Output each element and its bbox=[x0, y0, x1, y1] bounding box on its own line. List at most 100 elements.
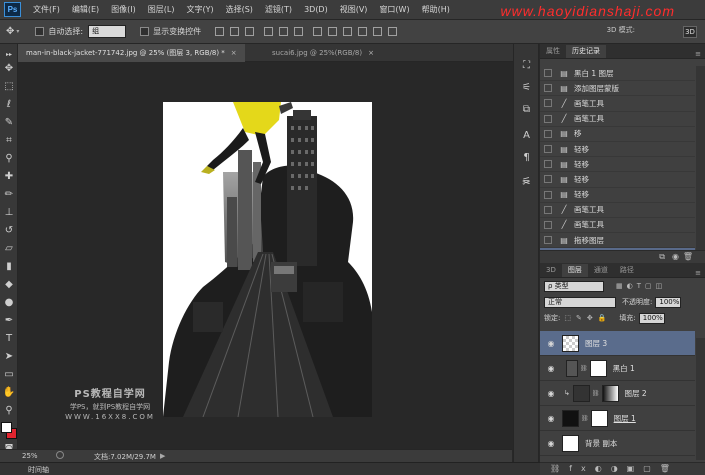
paragraph-panel-icon[interactable]: ¶ bbox=[519, 150, 534, 165]
link-icon[interactable]: ⛓ bbox=[580, 365, 588, 372]
blend-mode-dropdown[interactable]: 正常 bbox=[544, 296, 616, 308]
tab-properties[interactable]: 属性 bbox=[540, 45, 566, 58]
history-snapshot-checkbox[interactable] bbox=[544, 129, 552, 138]
healing-tool-icon[interactable]: ✚ bbox=[2, 170, 16, 184]
history-snapshot-checkbox[interactable] bbox=[544, 160, 552, 169]
move-tool-icon[interactable]: ✥ bbox=[2, 62, 16, 76]
align-bottom-icon[interactable] bbox=[245, 27, 255, 36]
layer-row-layer-3[interactable]: ◉ 图层 3 bbox=[540, 331, 695, 356]
tab-3d[interactable]: 3D bbox=[540, 264, 562, 277]
history-snapshot-checkbox[interactable] bbox=[544, 190, 552, 199]
history-snapshot-checkbox[interactable] bbox=[544, 69, 552, 78]
tab-document-1[interactable]: man-in-black-jacket-771742.jpg @ 25% (图层… bbox=[18, 44, 245, 62]
fill-input[interactable]: 100% bbox=[638, 312, 665, 324]
layer-action-icons[interactable]: ⛓fx◐◑▣▢🗑 bbox=[550, 464, 679, 473]
close-icon[interactable]: × bbox=[231, 49, 237, 57]
path-select-tool-icon[interactable]: ➤ bbox=[2, 350, 16, 364]
menu-edit[interactable]: 编辑(E) bbox=[66, 4, 105, 15]
history-item[interactable]: ▤ 移 bbox=[540, 127, 695, 142]
adjustments-panel-icon[interactable]: ⧉ bbox=[519, 102, 534, 117]
history-panel-icon[interactable]: ⛶ bbox=[519, 58, 534, 73]
layer-name[interactable]: 背景 副本 bbox=[585, 438, 617, 449]
history-item[interactable]: ╱ 画笔工具 bbox=[540, 218, 695, 234]
tab-paths[interactable]: 路径 bbox=[614, 264, 640, 277]
show-transform-checkbox[interactable] bbox=[140, 27, 150, 36]
link-icon[interactable]: ⛓ bbox=[592, 390, 600, 397]
history-snapshot-checkbox[interactable] bbox=[544, 220, 552, 229]
distribute-left-icon[interactable] bbox=[358, 27, 368, 36]
tab-document-2[interactable]: sucai6.jpg @ 25%(RGB/8) × bbox=[264, 44, 382, 62]
distribute-center-icon[interactable] bbox=[373, 27, 383, 36]
panel-menu-icon[interactable]: ≡ bbox=[695, 269, 701, 277]
layer-row-layer-1[interactable]: ◉ ⛓ 图层 1 bbox=[540, 406, 695, 431]
menu-window[interactable]: 窗口(W) bbox=[373, 4, 415, 15]
lock-icons[interactable]: ⬚✎✥🔒 bbox=[564, 314, 611, 322]
eye-icon[interactable]: ◉ bbox=[544, 389, 558, 398]
distribute-middle-icon[interactable] bbox=[328, 27, 338, 36]
camera-icon[interactable]: ◉ bbox=[672, 252, 679, 261]
layer-name[interactable]: 图层 1 bbox=[614, 413, 636, 424]
align-top-icon[interactable] bbox=[215, 27, 225, 36]
menu-help[interactable]: 帮助(H) bbox=[416, 4, 456, 15]
3d-workspace-button[interactable]: 3D bbox=[683, 26, 697, 38]
new-document-from-state-icon[interactable]: ⧉ bbox=[659, 252, 665, 262]
gradient-tool-icon[interactable]: ▮ bbox=[2, 260, 16, 274]
history-snapshot-checkbox[interactable] bbox=[544, 99, 552, 108]
history-item[interactable]: ╱ 画笔工具 bbox=[540, 96, 695, 112]
document-canvas[interactable] bbox=[163, 102, 372, 417]
tab-history[interactable]: 历史记录 bbox=[566, 45, 606, 58]
menu-filter[interactable]: 滤镜(T) bbox=[259, 4, 298, 15]
pen-tool-icon[interactable]: ✒ bbox=[2, 314, 16, 328]
character-panel-icon[interactable]: A bbox=[519, 128, 534, 143]
zoom-level[interactable]: 25% bbox=[22, 452, 38, 460]
quick-select-tool-icon[interactable]: ✎ bbox=[2, 116, 16, 130]
layer-name[interactable]: 图层 3 bbox=[585, 338, 607, 349]
history-item[interactable]: ▤ 添加图层蒙版 bbox=[540, 81, 695, 97]
eraser-tool-icon[interactable]: ▱ bbox=[2, 242, 16, 256]
layer-row-layer-2[interactable]: ◉ ↳ ⛓ 图层 2 bbox=[540, 381, 695, 406]
history-scrollbar[interactable] bbox=[696, 66, 705, 250]
history-snapshot-checkbox[interactable] bbox=[544, 236, 552, 245]
layer-row-background-copy[interactable]: ◉ 背景 副本 bbox=[540, 431, 695, 456]
history-item[interactable]: ╱ 画笔工具 bbox=[540, 203, 695, 218]
crop-tool-icon[interactable]: ⌗ bbox=[2, 134, 16, 148]
align-center-icon[interactable] bbox=[279, 27, 289, 36]
align-left-icon[interactable] bbox=[264, 27, 274, 36]
layer-filter-dropdown[interactable]: ρ 类型 bbox=[544, 280, 604, 292]
history-snapshot-checkbox[interactable] bbox=[544, 114, 552, 123]
brush-tool-icon[interactable]: ✏ bbox=[2, 188, 16, 202]
history-snapshot-checkbox[interactable] bbox=[544, 205, 552, 214]
menu-image[interactable]: 图像(I) bbox=[105, 4, 142, 15]
layer-name[interactable]: 黑白 1 bbox=[613, 363, 635, 374]
tab-channels[interactable]: 通道 bbox=[588, 264, 614, 277]
move-tool-icon[interactable]: ✥ bbox=[6, 26, 14, 37]
shape-tool-icon[interactable]: ▭ bbox=[2, 368, 16, 382]
status-menu-arrow-icon[interactable]: ▶ bbox=[160, 452, 165, 460]
auto-select-dropdown[interactable]: 组 bbox=[88, 25, 127, 38]
eye-icon[interactable]: ◉ bbox=[544, 439, 558, 448]
link-icon[interactable]: ⛓ bbox=[581, 415, 589, 422]
history-item[interactable]: ╱ 画笔工具 bbox=[540, 112, 695, 127]
history-snapshot-checkbox[interactable] bbox=[544, 175, 552, 184]
stamp-tool-icon[interactable]: ⊥ bbox=[2, 206, 16, 220]
history-brush-tool-icon[interactable]: ↺ bbox=[2, 224, 16, 238]
history-item[interactable]: ▤ 轻移 bbox=[540, 142, 695, 158]
layer-row-bw-1[interactable]: ◉ ⛓ 黑白 1 bbox=[540, 356, 695, 381]
menu-view[interactable]: 视图(V) bbox=[334, 4, 374, 15]
auto-select-checkbox[interactable] bbox=[35, 27, 45, 36]
eye-icon[interactable]: ◉ bbox=[544, 364, 558, 373]
zoom-tool-icon[interactable]: ⚲ bbox=[2, 404, 16, 418]
foreground-color-swatch[interactable] bbox=[1, 422, 12, 433]
lasso-tool-icon[interactable]: ℓ bbox=[2, 98, 16, 112]
menu-select[interactable]: 选择(S) bbox=[220, 4, 259, 15]
clone-source-icon[interactable]: ✂ bbox=[519, 176, 534, 191]
eye-icon[interactable]: ◉ bbox=[544, 414, 558, 423]
menu-3d[interactable]: 3D(D) bbox=[298, 5, 334, 14]
status-icon[interactable] bbox=[56, 451, 64, 459]
dodge-tool-icon[interactable]: ● bbox=[2, 296, 16, 310]
layers-scrollbar[interactable] bbox=[696, 338, 705, 460]
close-icon[interactable]: × bbox=[368, 49, 374, 57]
mask-thumbnail[interactable] bbox=[601, 384, 619, 402]
distribute-right-icon[interactable] bbox=[388, 27, 398, 36]
mask-thumbnail[interactable] bbox=[589, 359, 607, 377]
